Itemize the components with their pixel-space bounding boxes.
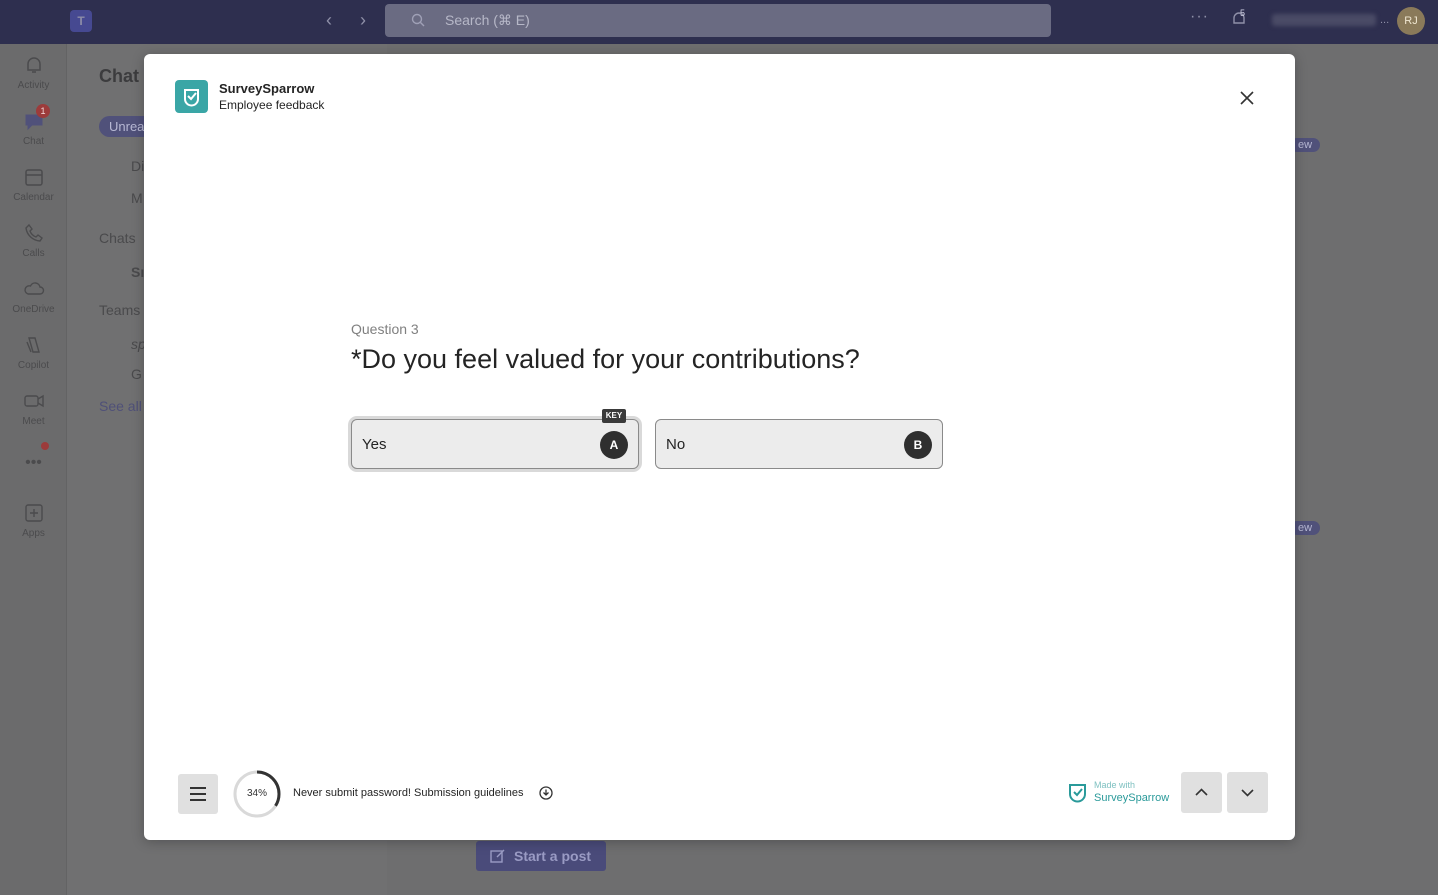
- compose-icon: [490, 849, 505, 863]
- bell-icon[interactable]: [1230, 10, 1248, 28]
- rail-label: Apps: [22, 528, 45, 539]
- see-all-link[interactable]: See all: [99, 398, 142, 414]
- rail-label: Copilot: [17, 360, 50, 371]
- rail-label: Activity: [17, 80, 50, 91]
- menu-icon: [190, 787, 206, 789]
- chatpane-row[interactable]: Sı: [131, 264, 144, 280]
- start-post-label: Start a post: [514, 848, 592, 864]
- video-icon: [23, 394, 44, 408]
- app-subtitle: Employee feedback: [219, 98, 325, 112]
- made-with-brand[interactable]: SurveySparrow: [1094, 792, 1169, 804]
- add-app-icon: [24, 504, 43, 522]
- rail-label: OneDrive: [12, 304, 55, 315]
- question-text: *Do you feel valued for your contributio…: [351, 344, 860, 374]
- previous-question-button[interactable]: [1181, 772, 1222, 813]
- back-icon[interactable]: ‹: [326, 10, 332, 31]
- chat-title: Chat: [99, 66, 139, 86]
- made-with-label: Made with: [1094, 780, 1136, 790]
- chatpane-section: Teams: [99, 302, 141, 318]
- search-icon: [411, 13, 425, 27]
- rail-label: Calls: [22, 248, 45, 259]
- next-question-button[interactable]: [1227, 772, 1268, 813]
- surveysparrow-logo-icon: [175, 80, 208, 113]
- surveysparrow-mark-icon: [1069, 784, 1086, 803]
- cloud-icon: [23, 282, 44, 295]
- more-options-icon[interactable]: ···: [1190, 8, 1209, 26]
- rail-label: Meet: [22, 416, 45, 427]
- rail-item-apps[interactable]: Apps: [0, 502, 67, 539]
- avatar[interactable]: RJ: [1397, 7, 1425, 35]
- chatpane-section: Chats: [99, 230, 136, 246]
- rail-item-chat[interactable]: 1 Chat: [0, 104, 67, 147]
- notification-badge: 5: [1240, 8, 1246, 18]
- teams-search-input[interactable]: Search (⌘ E): [385, 4, 1051, 37]
- chatpane-row[interactable]: Di: [131, 158, 144, 174]
- option-key-badge: B: [904, 431, 932, 459]
- menu-icon: [190, 799, 206, 801]
- progress-label: 34%: [246, 788, 267, 799]
- app-rail: Activity 1 Chat Calendar Calls OneDrive …: [0, 44, 67, 895]
- menu-button[interactable]: [178, 774, 218, 814]
- chevron-down-icon: [1241, 789, 1254, 797]
- search-placeholder: Search (⌘ E): [445, 12, 530, 28]
- submission-guidelines-link[interactable]: Never submit password! Submission guidel…: [293, 787, 524, 799]
- close-icon[interactable]: [1235, 86, 1259, 110]
- chatpane-row[interactable]: M: [131, 190, 143, 206]
- rail-item-meet[interactable]: Meet: [0, 390, 67, 427]
- survey-modal: SurveySparrow Employee feedback Question…: [144, 54, 1295, 840]
- app-name: SurveySparrow: [219, 81, 315, 96]
- chatpane-row[interactable]: G: [131, 366, 142, 382]
- rail-label: Calendar: [13, 192, 54, 203]
- rail-item-activity[interactable]: Activity: [0, 54, 67, 91]
- rail-label: Chat: [22, 136, 45, 147]
- bell-icon: [26, 57, 41, 73]
- rail-item-onedrive[interactable]: OneDrive: [0, 278, 67, 315]
- start-post-button[interactable]: Start a post: [476, 841, 606, 871]
- forward-icon[interactable]: ›: [360, 10, 366, 31]
- menu-icon: [190, 793, 206, 795]
- teams-topbar: T ‹ › Search (⌘ E) ··· 5 ... RJ: [0, 0, 1438, 44]
- user-name-blurred: [1272, 14, 1376, 26]
- rail-item-calls[interactable]: Calls: [0, 222, 67, 259]
- rail-item-copilot[interactable]: Copilot: [0, 334, 67, 371]
- more-apps-icon[interactable]: •••: [0, 454, 67, 472]
- option-label: Yes: [362, 436, 387, 453]
- teams-logo-icon: T: [70, 10, 92, 32]
- copilot-icon: [25, 337, 40, 353]
- chevron-up-icon: [1195, 788, 1208, 796]
- option-no[interactable]: No B: [655, 419, 943, 469]
- option-yes[interactable]: Yes A: [351, 419, 639, 469]
- question-number: Question 3: [351, 321, 419, 337]
- key-hint-tag: KEY: [602, 409, 626, 423]
- rail-item-calendar[interactable]: Calendar: [0, 166, 67, 203]
- option-label: No: [666, 436, 686, 453]
- calendar-icon: [24, 169, 43, 186]
- ellipsis-icon: ...: [1380, 14, 1390, 26]
- info-icon[interactable]: [538, 785, 554, 801]
- status-dot: [41, 442, 49, 450]
- phone-icon: [24, 223, 43, 242]
- chat-badge: 1: [36, 104, 50, 118]
- option-key-badge: A: [600, 431, 628, 459]
